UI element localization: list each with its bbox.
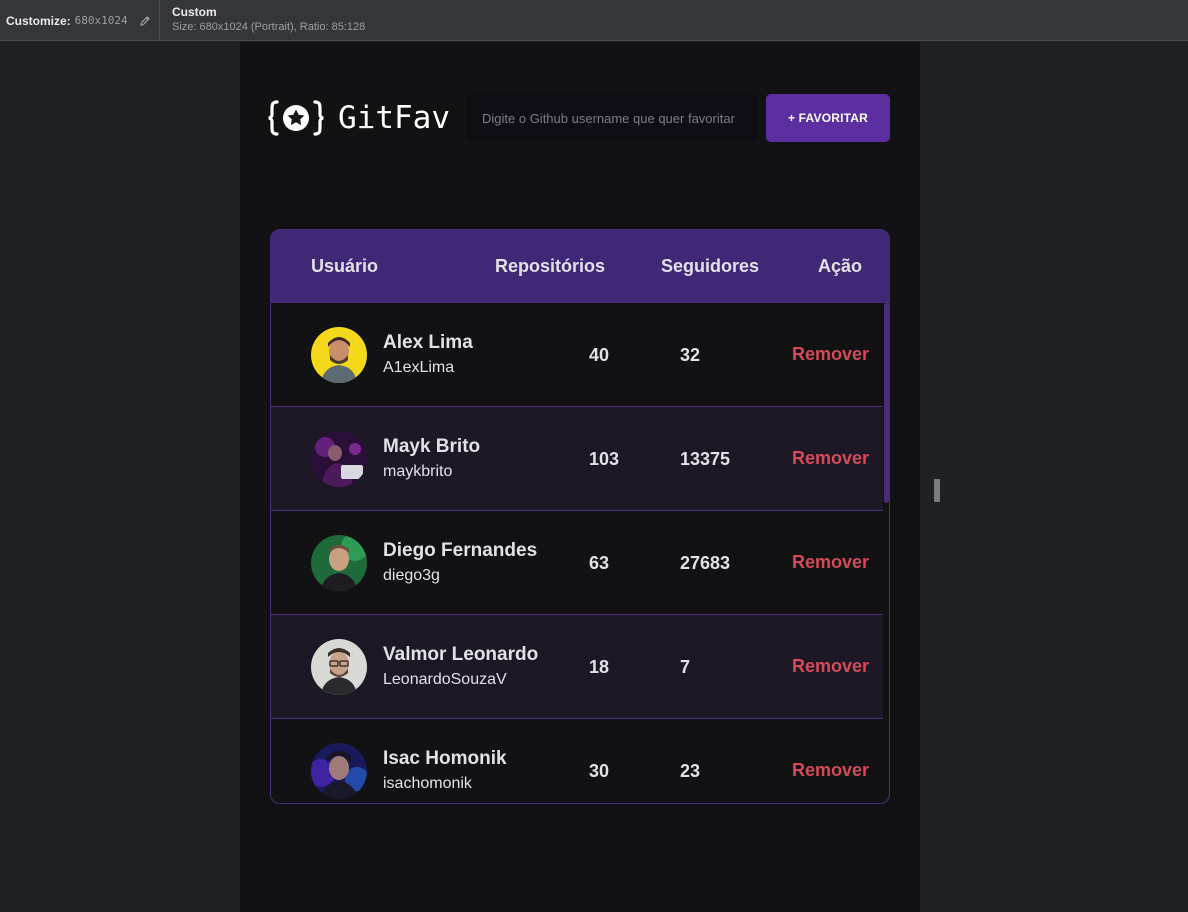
device-preset-info[interactable]: Custom Size: 680x1024 (Portrait), Ratio:… — [160, 0, 365, 40]
customize-label: Customize: — [6, 13, 71, 28]
edit-pencil-icon[interactable] — [138, 14, 152, 28]
repos-count: 103 — [589, 449, 620, 469]
followers-count: 32 — [680, 345, 701, 365]
preset-info: Size: 680x1024 (Portrait), Ratio: 85:128 — [172, 21, 366, 33]
followers-count: 7 — [680, 657, 691, 677]
table-row: Mayk Brito maykbrito 103 13375 Remover — [271, 407, 883, 511]
avatar — [311, 743, 367, 799]
header-user: Usuário — [311, 256, 379, 276]
user-login: maykbrito — [383, 463, 453, 480]
avatar — [311, 431, 367, 487]
devtools-toolbar: Customize: 680x1024 Custom Size: 680x102… — [0, 0, 1188, 41]
remove-button[interactable]: Remover — [792, 448, 869, 469]
repos-count: 18 — [589, 657, 610, 677]
table-scrollbar[interactable] — [884, 303, 889, 503]
favorite-button[interactable]: + FAVORITAR — [766, 94, 890, 142]
header-action: Ação — [818, 256, 863, 276]
followers-count: 27683 — [680, 553, 731, 573]
customize-value[interactable]: 680x1024 — [75, 14, 128, 27]
repos-count: 30 — [589, 761, 610, 781]
remove-button[interactable]: Remover — [792, 552, 869, 573]
user-name: Alex Lima — [383, 332, 473, 353]
table-row: Diego Fernandes diego3g 63 27683 Remover — [271, 511, 883, 615]
header-repos: Repositórios — [495, 256, 606, 276]
user-login: diego3g — [383, 567, 440, 584]
user-login: isachomonik — [383, 775, 472, 792]
username-search-input[interactable] — [466, 94, 758, 142]
logo-text: GitFav — [338, 100, 450, 136]
table-row: Isac Homonik isachomonik 30 23 Remover — [271, 719, 883, 803]
followers-count: 13375 — [680, 449, 731, 469]
remove-button[interactable]: Remover — [792, 760, 869, 781]
avatar — [311, 327, 367, 383]
user-login: LeonardoSouzaV — [383, 671, 507, 688]
user-name: Mayk Brito — [383, 436, 481, 457]
table-row: Alex Lima A1exLima 40 32 Remover — [271, 303, 883, 407]
dimensions-control[interactable]: Customize: 680x1024 — [0, 0, 160, 41]
header-followers: Seguidores — [661, 256, 760, 276]
remove-button[interactable]: Remover — [792, 344, 869, 365]
table-header: Usuário Repositórios Seguidores Ação — [271, 230, 889, 303]
user-name: Isac Homonik — [383, 748, 507, 769]
app-header: GitFav + FAVORITAR — [268, 94, 890, 142]
viewport-resize-handle[interactable] — [934, 479, 940, 502]
table-body: Alex Lima A1exLima 40 32 Remover Mayk Br… — [271, 303, 883, 803]
user-name: Valmor Leonardo — [383, 644, 539, 665]
page-viewport: GitFav + FAVORITAR Usuário Repositórios … — [240, 42, 920, 912]
preset-title: Custom — [172, 5, 217, 19]
avatar — [311, 535, 367, 591]
user-login: A1exLima — [383, 359, 455, 376]
table-row: Valmor Leonardo LeonardoSouzaV 18 7 Remo… — [271, 615, 883, 719]
remove-button[interactable]: Remover — [792, 656, 869, 677]
avatar — [311, 639, 367, 695]
favorites-table: Usuário Repositórios Seguidores Ação Ale… — [270, 229, 890, 804]
followers-count: 23 — [680, 761, 701, 781]
star-braces-icon — [268, 100, 324, 136]
repos-count: 40 — [589, 345, 610, 365]
repos-count: 63 — [589, 553, 610, 573]
user-name: Diego Fernandes — [383, 540, 538, 561]
logo: GitFav — [268, 99, 464, 137]
